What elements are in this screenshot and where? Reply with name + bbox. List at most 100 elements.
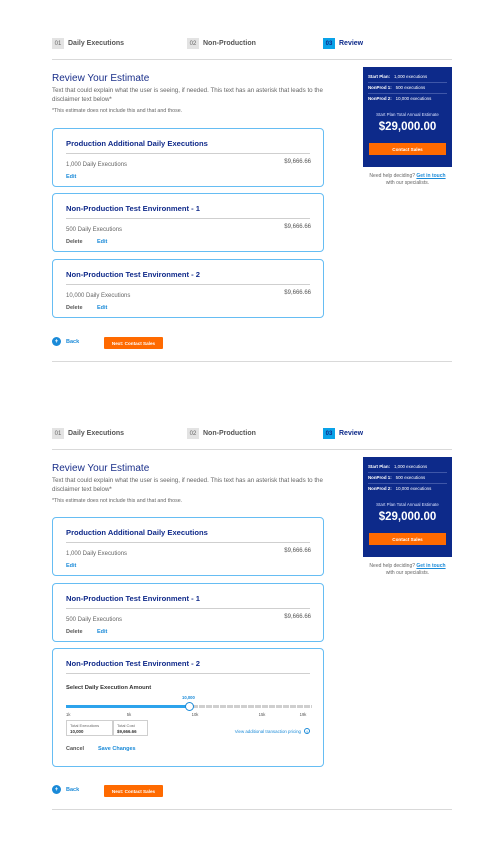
get-in-touch-link[interactable]: Get in touch: [416, 563, 445, 569]
delete-link[interactable]: Delete: [66, 305, 83, 311]
slider-tick-label: 15k: [258, 712, 266, 717]
slider-fill: [66, 705, 189, 708]
step-label: Non-Production: [203, 430, 256, 437]
estimate-card-production: Production Additional Daily Executions 1…: [52, 128, 324, 187]
step-label: Daily Executions: [68, 430, 125, 437]
card-divider: [66, 284, 310, 285]
card-price: $9,666.66: [284, 290, 311, 296]
contact-sales-button[interactable]: Contact Sales: [369, 143, 446, 155]
help-prefix: Need help deciding?: [369, 173, 416, 179]
summary-value: 1,000 executions: [393, 74, 428, 79]
step-daily-executions[interactable]: 01 Daily Executions: [52, 428, 124, 439]
card-executions: 1,000 Daily Executions: [66, 551, 128, 557]
slider-value-tag: 10,000: [182, 695, 195, 700]
estimate-card-production: Production Additional Daily Executions 1…: [52, 517, 324, 576]
summary-value: 1,000 executions: [393, 464, 428, 469]
back-button[interactable]: + Back: [52, 337, 79, 346]
summary-value: 10,000 executions: [395, 96, 432, 101]
total-cost-box: Total Cost $9,666.66: [113, 720, 148, 736]
step-number: 01: [52, 38, 64, 49]
summary-label: Start Plan:: [368, 74, 390, 79]
help-prefix: Need help deciding?: [369, 563, 416, 569]
total-amount: $29,000.00: [378, 121, 437, 133]
card-price: $9,666.66: [284, 614, 311, 620]
total-label: Start Plan Total Annual Estimate: [376, 112, 439, 117]
page-description: Text that could explain what the user is…: [52, 477, 323, 493]
step-number: 02: [187, 38, 199, 49]
get-in-touch-link[interactable]: Get in touch: [416, 173, 445, 179]
divider: [52, 361, 452, 362]
step-label: Non-Production: [203, 40, 256, 47]
card-divider: [66, 218, 310, 219]
contact-sales-button[interactable]: Contact Sales: [369, 533, 446, 545]
slider-tick-label: 19k: [299, 712, 307, 717]
edit-link[interactable]: Edit: [97, 305, 107, 311]
card-executions: 1,000 Daily Executions: [66, 162, 128, 168]
estimate-card-nonprod-1: Non-Production Test Environment - 1 500 …: [52, 193, 324, 252]
estimate-card-nonprod-1: Non-Production Test Environment - 1 500 …: [52, 583, 324, 642]
help-text: Need help deciding? Get in touch with ou…: [363, 173, 452, 187]
back-arrow-icon: +: [52, 785, 61, 794]
total-label: Start Plan Total Annual Estimate: [376, 502, 439, 507]
execution-slider[interactable]: [66, 702, 312, 711]
card-divider: [66, 673, 310, 674]
total-executions-label: Total Executions: [70, 723, 100, 728]
delete-link[interactable]: Delete: [66, 629, 83, 635]
summary-value: 500 executions: [395, 85, 426, 90]
next-contact-sales-button[interactable]: Next: Contact Sales: [104, 785, 163, 797]
step-number: 02: [187, 428, 199, 439]
estimate-card-nonprod-2: Non-Production Test Environment - 2 10,0…: [52, 259, 324, 318]
card-executions: 10,000 Daily Executions: [66, 293, 131, 299]
card-title: Production Additional Daily Executions: [66, 139, 208, 148]
back-button[interactable]: + Back: [52, 785, 79, 794]
edit-link[interactable]: Edit: [66, 563, 76, 569]
step-label: Daily Executions: [68, 40, 125, 47]
delete-link[interactable]: Delete: [66, 239, 83, 245]
card-executions: 500 Daily Executions: [66, 617, 123, 623]
card-price: $9,666.66: [284, 548, 311, 554]
step-progress: 01 Daily Executions 02 Non-Production 03…: [52, 38, 452, 60]
view-pricing-link[interactable]: View additional transaction pricing i: [235, 728, 310, 734]
step-review[interactable]: 03 Review: [323, 38, 363, 49]
step-non-production[interactable]: 02 Non-Production: [187, 428, 256, 439]
card-executions: 500 Daily Executions: [66, 227, 123, 233]
slider-handle[interactable]: [184, 702, 194, 711]
summary-label: NonProd 1:: [368, 85, 392, 90]
summary-row: Start Plan: 1,000 executions: [368, 74, 447, 83]
total-executions-value: 10,000: [70, 729, 84, 734]
summary-label: NonProd 2:: [368, 96, 392, 101]
card-title: Non-Production Test Environment - 2: [66, 659, 201, 668]
step-number: 01: [52, 428, 64, 439]
step-number: 03: [323, 428, 335, 439]
save-changes-button[interactable]: Save Changes: [98, 746, 136, 752]
estimate-card-nonprod-2-editing: Non-Production Test Environment - 2 Sele…: [52, 648, 324, 767]
step-non-production[interactable]: 02 Non-Production: [187, 38, 256, 49]
total-amount: $29,000.00: [378, 511, 437, 523]
summary-value: 500 executions: [395, 475, 426, 480]
page-description: Text that could explain what the user is…: [52, 87, 323, 103]
cancel-button[interactable]: Cancel: [66, 746, 84, 752]
help-text: Need help deciding? Get in touch with ou…: [363, 563, 452, 577]
back-arrow-icon: +: [52, 337, 61, 346]
disclaimer-text: *This estimate does not include this and…: [52, 498, 183, 504]
step-review[interactable]: 03 Review: [323, 428, 363, 439]
next-contact-sales-button[interactable]: Next: Contact Sales: [104, 337, 163, 349]
summary-label: NonProd 2:: [368, 486, 392, 491]
page-title: Review Your Estimate: [52, 73, 150, 84]
total-cost-value: $9,666.66: [117, 729, 137, 734]
view-pricing-label: View additional transaction pricing: [234, 728, 301, 734]
back-label: Back: [66, 786, 80, 793]
step-daily-executions[interactable]: 01 Daily Executions: [52, 38, 124, 49]
total-executions-box: Total Executions 10,000: [66, 720, 113, 736]
summary-label: Start Plan:: [368, 464, 390, 469]
edit-link[interactable]: Edit: [97, 239, 107, 245]
estimate-review-edit-view: 01 Daily Executions 02 Non-Production 03…: [0, 390, 500, 867]
card-title: Non-Production Test Environment - 1: [66, 204, 201, 213]
summary-row: Start Plan: 1,000 executions: [368, 464, 447, 473]
summary-row: NonProd 2: 10,000 executions: [368, 96, 447, 104]
edit-link[interactable]: Edit: [66, 174, 76, 180]
edit-link[interactable]: Edit: [97, 629, 107, 635]
slider-label: Select Daily Execution Amount: [66, 685, 152, 691]
card-title: Non-Production Test Environment - 1: [66, 594, 201, 603]
help-suffix: with our specialists.: [385, 570, 430, 576]
